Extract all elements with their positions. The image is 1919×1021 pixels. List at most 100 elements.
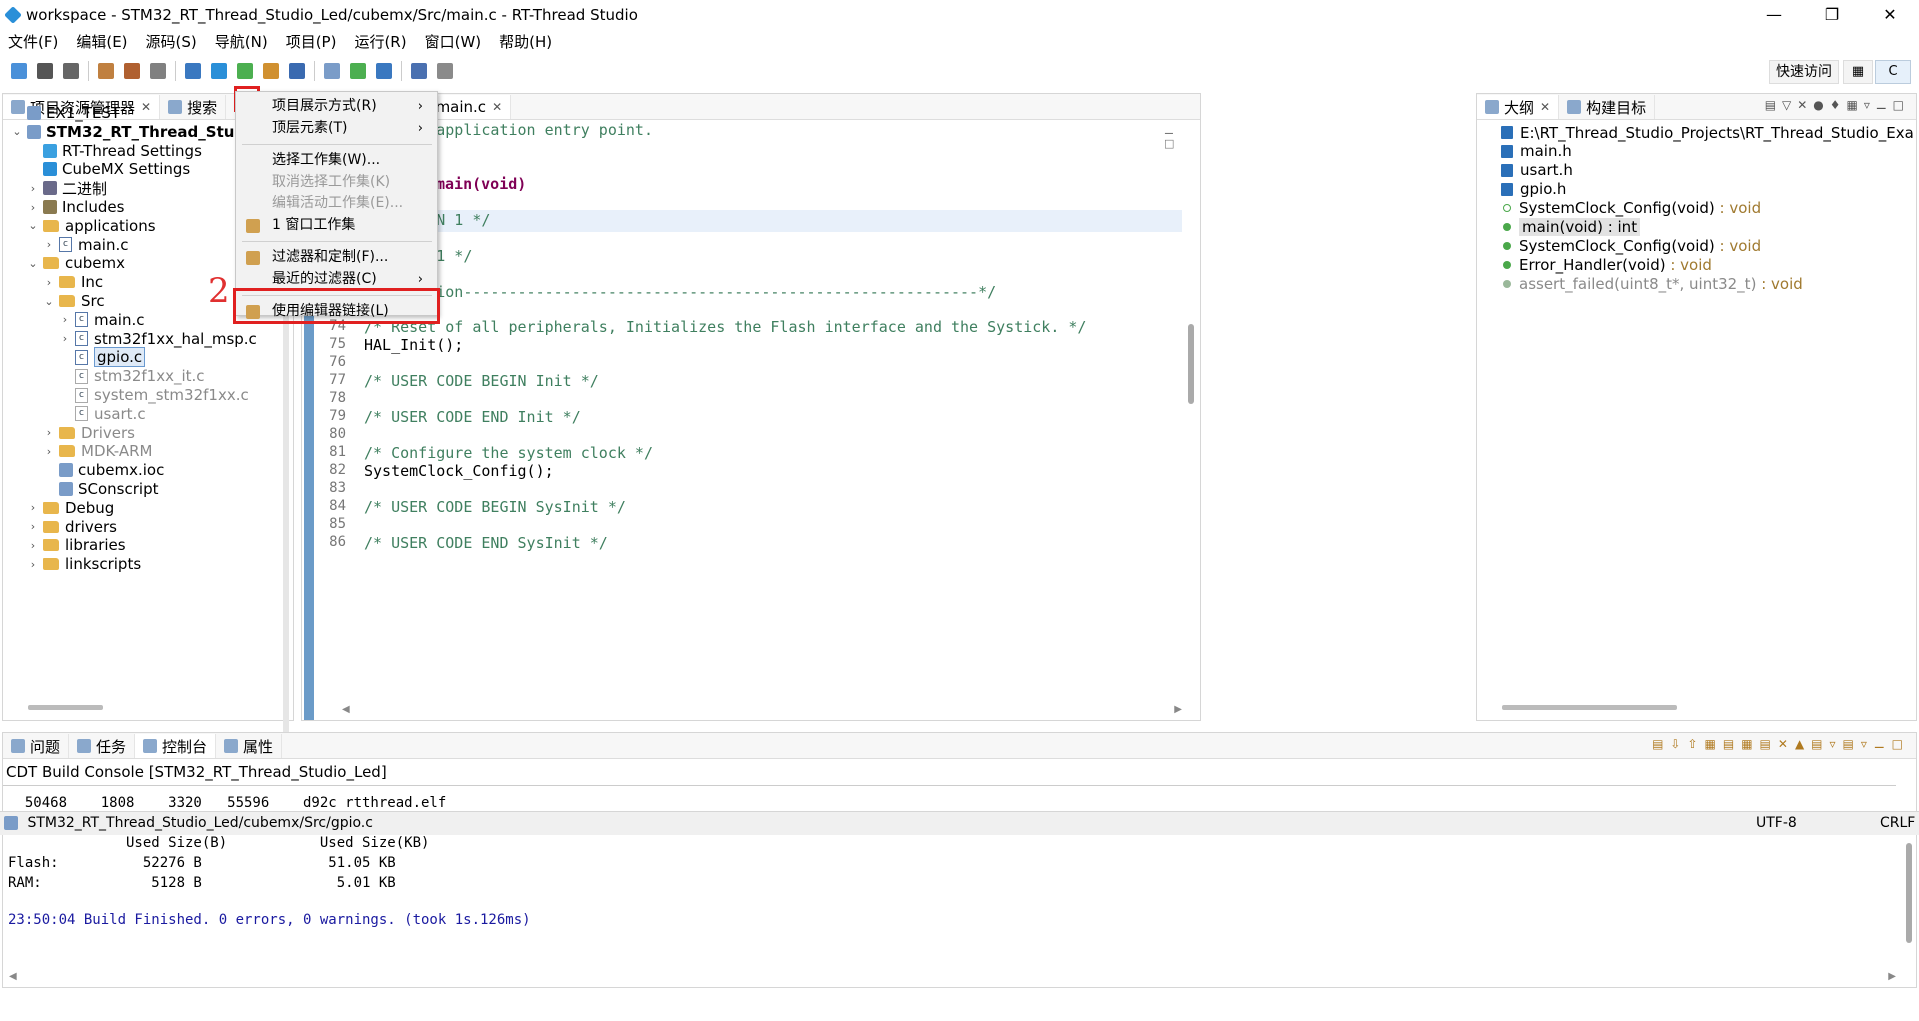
outline-item[interactable]: Error_Handler(void) : void [1499,255,1712,274]
menu-item[interactable]: 窗口(W) [425,31,482,52]
code-line: HAL_Init(); [364,336,464,355]
chevron-right-icon[interactable]: › [59,332,71,345]
debug-icon[interactable] [237,63,253,79]
tab-left_panel-1[interactable]: 搜索 [160,95,227,119]
outline-item[interactable]: SystemClock_Config(void) : void [1499,199,1761,218]
chevron-right-icon[interactable]: › [59,313,71,326]
close-icon[interactable]: ✕ [1540,100,1550,114]
outline-toolbar[interactable]: ▤▽✕●♦▦▿⚊□ [1690,98,1910,116]
outline-horizontal-scrollbar[interactable] [1502,705,1677,710]
menu-item[interactable]: 帮助(H) [499,31,552,52]
context-menu-item[interactable]: 选择工作集(W)... [236,150,437,171]
quick-access-button[interactable]: 快速访问 [1769,60,1839,84]
chevron-down-icon[interactable]: ⌄ [43,295,55,308]
context-menu-item[interactable]: 1 窗口工作集 [236,215,437,236]
clean-icon[interactable] [150,63,166,79]
open-folder-icon[interactable] [263,63,279,79]
context-menu-item[interactable]: 顶层元素(T) › [236,118,437,139]
line-number: 82 [329,462,346,479]
back-icon[interactable] [411,63,427,79]
close-icon[interactable]: ✕ [141,100,151,114]
context-menu-item: 编辑活动工作集(E)... [236,193,437,214]
chevron-right-icon[interactable]: › [27,520,39,533]
console-horizontal-scrollbar[interactable]: ◀ ▶ [9,971,1896,983]
outline-panel: 大纲 ✕ 构建目标 ▤▽✕●♦▦▿⚊□ E:\RT_Thread_Studio_Pr… [1476,93,1917,721]
chevron-right-icon[interactable]: › [27,182,39,195]
save-icon[interactable] [37,63,53,79]
outline-type: : void [1756,274,1803,293]
outline-type: : void [1714,199,1762,218]
menu-item[interactable]: 文件(F) [8,31,58,52]
forward-icon[interactable] [437,63,453,79]
layers-icon[interactable] [376,63,392,79]
includes-icon [43,200,57,214]
chevron-right-icon[interactable]: › [27,501,39,514]
outline-item[interactable]: main(void) : int [1499,218,1641,237]
tab-bottom-0[interactable]: 问题 [3,734,70,758]
outline-item[interactable]: usart.h [1499,161,1573,180]
editor-min-max-icon[interactable]: ⚊ □ [1164,124,1184,150]
settings-icon[interactable] [211,63,227,79]
tree-item[interactable]: › linkscripts [27,553,141,575]
monitor-icon[interactable] [185,63,201,79]
menu-item[interactable]: 运行(R) [354,31,406,52]
status-eol[interactable]: CRLF [1880,812,1915,834]
close-icon[interactable]: ✕ [492,100,502,114]
outline-item[interactable]: assert_failed(uint8_t*, uint32_t) : void [1499,274,1803,293]
tab-icon [143,739,158,753]
build-finished-line: 23:50:04 Build Finished. 0 errors, 0 war… [8,912,531,928]
minimize-button[interactable]: — [1745,0,1803,29]
open-perspective-icon[interactable]: ▦ [1843,60,1873,84]
menu-item[interactable]: 编辑(E) [76,31,127,52]
sdk-icon[interactable] [324,63,340,79]
tab-bottom-3[interactable]: 属性 [216,734,283,758]
working-set-icon [246,218,260,233]
file-icon [59,463,73,478]
include-icon [1501,163,1513,177]
console-panel: 问题 任务 控制台 属性 ▤⇩⇧▦▤▦▤✕▲▤▿▤▿⚊□ CDT Build Cons… [2,732,1917,988]
editor-vertical-scrollbar[interactable] [1188,324,1194,404]
console-vertical-scrollbar[interactable] [1906,843,1912,943]
horizontal-scrollbar[interactable] [28,705,103,710]
chevron-right-icon[interactable]: › [43,445,55,458]
chevron-right-icon[interactable]: › [27,539,39,552]
status-encoding[interactable]: UTF-8 [1756,812,1797,834]
build-icon[interactable] [98,63,114,79]
context-menu-item[interactable]: 最近的过滤器(C) › [236,269,437,290]
chevron-right-icon[interactable]: › [43,238,55,251]
menu-item[interactable]: 导航(N) [215,31,268,52]
chevron-right-icon[interactable]: › [43,276,55,289]
tab-outline-0[interactable]: 大纲 ✕ [1477,95,1560,119]
rebuild-icon[interactable] [124,63,140,79]
tab-bottom-1[interactable]: 任务 [69,734,136,758]
chevron-right-icon[interactable]: › [27,201,39,214]
download-icon[interactable] [350,63,366,79]
outline-item[interactable]: gpio.h [1499,180,1566,199]
context-menu-label: 过滤器和定制(F)... [272,249,389,265]
chevron-right-icon[interactable]: › [27,558,39,571]
editor-horizontal-scrollbar[interactable]: ◀ ▶ [342,704,1182,716]
outline-item[interactable]: main.h [1499,142,1572,161]
search-icon[interactable] [289,63,305,79]
tree-item-label: MDK-ARM [81,442,153,461]
perspective-c-button[interactable]: C [1875,60,1911,84]
outline-item[interactable]: E:\RT_Thread_Studio_Projects\RT_Thread_S… [1499,123,1914,142]
tab-label: main.c [435,98,487,116]
submenu-arrow-icon: › [417,99,423,114]
chevron-down-icon[interactable]: ⌄ [11,125,23,138]
chevron-down-icon[interactable]: ⌄ [27,219,39,232]
tab-bottom-2[interactable]: 控制台 [135,734,217,758]
tab-outline-1[interactable]: 构建目标 [1559,95,1656,119]
menu-item[interactable]: 项目(P) [286,31,337,52]
menu-item[interactable]: 源码(S) [146,31,197,52]
new-icon[interactable] [11,63,27,79]
chevron-down-icon[interactable]: ⌄ [27,257,39,270]
maximize-button[interactable]: ❐ [1803,0,1861,29]
save-all-icon[interactable] [63,63,79,79]
close-button[interactable]: ✕ [1861,0,1919,29]
context-menu-item[interactable]: 项目展示方式(R) › [236,96,437,117]
context-menu-item[interactable]: 过滤器和定制(F)... [236,247,437,268]
console-toolbar[interactable]: ▤⇩⇧▦▤▦▤✕▲▤▿▤▿⚊□ [1550,737,1910,755]
chevron-right-icon[interactable]: › [43,426,55,439]
outline-item[interactable]: SystemClock_Config(void) : void [1499,236,1761,255]
